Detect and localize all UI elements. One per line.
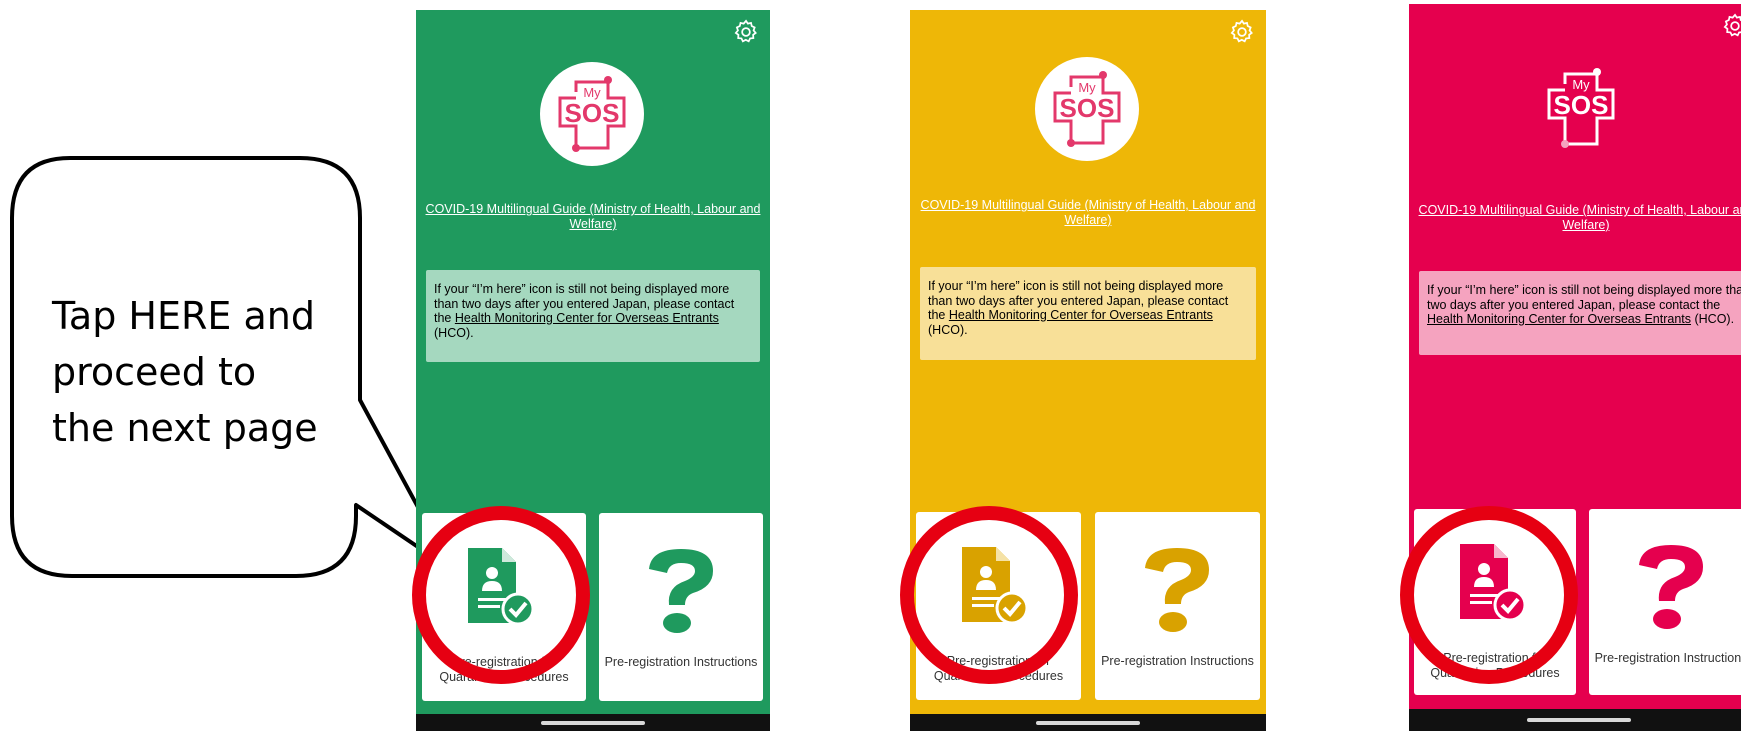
hco-notice: If your “I’m here” icon is still not bei…	[426, 270, 760, 362]
phone-screen-red: My SOS COVID-19 Multilingual Guide (Mini…	[1409, 4, 1741, 731]
logo-sos-text: SOS	[565, 98, 620, 128]
mysos-logo: My SOS	[1547, 68, 1615, 148]
notice-text-end: (HCO).	[434, 325, 474, 340]
nav-bar	[416, 714, 770, 731]
preregistration-label: Pre-registration for Quarantine Procedur…	[1430, 651, 1560, 680]
instructions-card[interactable]: Pre-registration Instructions	[599, 513, 763, 701]
preregistration-card[interactable]: Pre-registration for Quarantine Procedur…	[1414, 509, 1576, 695]
question-mark-icon	[1145, 548, 1209, 632]
instructions-label: Pre-registration Instructions	[1101, 654, 1254, 668]
gear-icon[interactable]	[1228, 18, 1256, 46]
preregistration-card[interactable]: Pre-registration for Quarantine Procedur…	[422, 513, 586, 701]
document-check-icon	[468, 548, 535, 626]
instructions-label: Pre-registration Instructions	[604, 655, 758, 669]
covid-guide-link[interactable]: COVID-19 Multilingual Guide (Ministry of…	[918, 198, 1258, 228]
preregistration-card[interactable]: Pre-registration for Quarantine Procedur…	[916, 512, 1081, 700]
hco-notice: If your “I’m here” icon is still not bei…	[920, 267, 1256, 360]
question-mark-icon	[1639, 545, 1703, 629]
gear-icon[interactable]	[732, 18, 760, 46]
phone-screen-yellow: My SOS COVID-19 Multilingual Guide (Mini…	[910, 10, 1266, 731]
notice-text: If your “I’m here” icon is still not bei…	[1427, 283, 1741, 312]
callout-bubble: Tap HERE and proceed to the next page	[0, 0, 480, 620]
document-check-icon	[1460, 544, 1527, 622]
hco-link[interactable]: Health Monitoring Center for Overseas En…	[455, 311, 719, 325]
phone-screen-green: My SOS COVID-19 Multilingual Guide (Mini…	[416, 10, 770, 731]
covid-guide-link[interactable]: COVID-19 Multilingual Guide (Ministry of…	[424, 202, 762, 232]
mysos-logo: My SOS	[1035, 57, 1139, 161]
instructions-label: Pre-registration Instructions	[1594, 651, 1741, 665]
notice-text-end: (HCO).	[928, 322, 968, 337]
preregistration-label: Pre-registration for Quarantine Procedur…	[933, 654, 1064, 683]
document-check-icon	[962, 547, 1029, 625]
notice-text-end: (HCO).	[1691, 312, 1735, 326]
nav-bar	[1409, 709, 1741, 731]
preregistration-label: Pre-registration for Quarantine Procedur…	[439, 655, 569, 684]
callout-text: Tap HERE and proceed to the next page	[52, 294, 318, 450]
gear-icon[interactable]	[1721, 12, 1741, 40]
home-indicator[interactable]	[1036, 721, 1140, 725]
hco-link[interactable]: Health Monitoring Center for Overseas En…	[949, 308, 1213, 322]
covid-guide-link[interactable]: COVID-19 Multilingual Guide (Ministry of…	[1417, 203, 1741, 233]
mysos-logo: My SOS	[540, 62, 644, 166]
hco-notice: If your “I’m here” icon is still not bei…	[1419, 271, 1741, 355]
instructions-card[interactable]: Pre-registration Instructions	[1095, 512, 1260, 700]
logo-sos-text: SOS	[1554, 90, 1609, 120]
question-mark-icon	[649, 549, 713, 633]
nav-bar	[910, 714, 1266, 731]
home-indicator[interactable]	[1527, 718, 1631, 722]
instructions-card[interactable]: Pre-registration Instructions	[1589, 509, 1741, 695]
home-indicator[interactable]	[541, 721, 645, 725]
hco-link[interactable]: Health Monitoring Center for Overseas En…	[1427, 312, 1691, 326]
logo-sos-text: SOS	[1060, 93, 1115, 123]
